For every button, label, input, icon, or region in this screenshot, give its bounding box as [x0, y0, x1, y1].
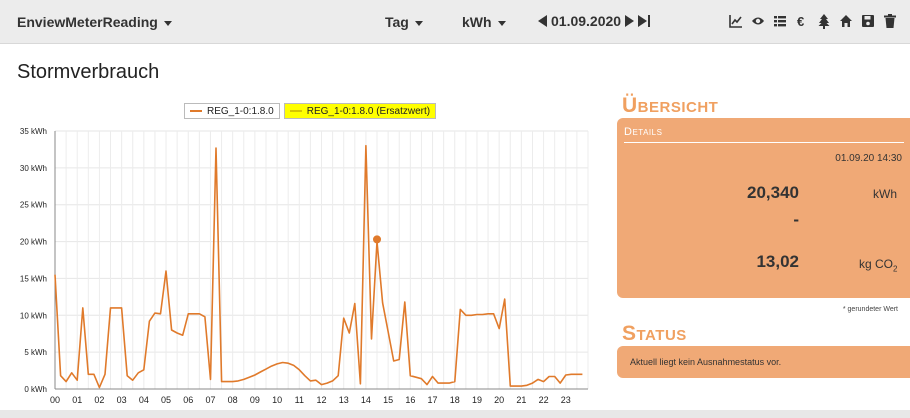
details-label: Details	[624, 126, 663, 138]
y-tick-label: 25 kWh	[20, 201, 47, 210]
unit-label: kWh	[462, 14, 492, 30]
highlight-point	[373, 235, 382, 244]
app-menu[interactable]: EnviewMeterReading	[17, 14, 172, 30]
x-tick-label: 05	[161, 395, 171, 405]
eye-icon[interactable]	[751, 13, 765, 29]
status-heading: Status	[622, 322, 687, 345]
x-tick-label: 09	[250, 395, 260, 405]
series-line-1	[54, 144, 583, 389]
unit-dropdown[interactable]: kWh	[462, 14, 506, 30]
co2-value: 13,02	[756, 252, 799, 271]
co2-unit: kg CO2	[859, 257, 898, 274]
period-dropdown[interactable]: Tag	[385, 14, 423, 30]
bottom-scrollbar[interactable]	[0, 410, 910, 418]
legend-label: REG_1-0:1.8.0	[207, 105, 274, 117]
x-tick-label: 20	[494, 395, 504, 405]
y-tick-label: 35 kWh	[20, 127, 47, 136]
x-tick-label: 02	[94, 395, 104, 405]
chevron-down-icon	[414, 20, 423, 26]
legend-label: REG_1-0:1.8.0 (Ersatzwert)	[306, 105, 431, 117]
save-icon[interactable]	[861, 13, 875, 29]
x-tick-label: 18	[450, 395, 460, 405]
legend-swatch	[190, 110, 202, 112]
x-tick-label: 01	[72, 395, 82, 405]
last-day-icon[interactable]	[638, 15, 651, 27]
x-tick-label: 04	[139, 395, 149, 405]
period-label: Tag	[385, 14, 409, 30]
x-tick-label: 08	[228, 395, 238, 405]
date-navigator: 01.09.2020	[538, 13, 651, 29]
chart-line-icon[interactable]	[729, 13, 743, 29]
previous-day-icon[interactable]	[538, 15, 547, 27]
overview-value: 20,340	[747, 183, 799, 202]
x-tick-label: 22	[539, 395, 549, 405]
y-tick-label: 10 kWh	[20, 311, 47, 320]
overview-value-unit: kWh	[873, 187, 897, 201]
legend-swatch	[289, 110, 302, 112]
rounded-footnote: * gerundeter Wert	[842, 306, 898, 313]
y-tick-label: 30 kWh	[20, 164, 47, 173]
x-tick-label: 07	[205, 395, 215, 405]
overview-dash: -	[793, 210, 799, 229]
chevron-down-icon	[497, 20, 506, 26]
x-tick-label: 11	[295, 395, 304, 405]
x-tick-label: 12	[316, 395, 326, 405]
euro-icon[interactable]: €	[795, 13, 809, 29]
tree-icon[interactable]	[817, 13, 831, 29]
overview-heading: Übersicht	[622, 94, 719, 117]
details-divider	[624, 142, 904, 143]
x-tick-label: 14	[361, 395, 371, 405]
toolbar-icons: €	[729, 13, 897, 29]
legend-item-series-1[interactable]: REG_1-0:1.8.0	[184, 103, 280, 119]
x-tick-label: 17	[428, 395, 438, 405]
chart-legend: REG_1-0:1.8.0 REG_1-0:1.8.0 (Ersatzwert)	[184, 103, 437, 119]
x-tick-label: 03	[117, 395, 127, 405]
current-date[interactable]: 01.09.2020	[551, 13, 621, 29]
x-tick-label: 19	[472, 395, 482, 405]
x-tick-label: 00	[50, 395, 60, 405]
y-tick-label: 15 kWh	[20, 274, 47, 283]
status-panel: Aktuell liegt kein Ausnahmestatus vor.	[617, 346, 910, 378]
x-tick-label: 10	[272, 395, 282, 405]
trash-icon[interactable]	[883, 13, 897, 29]
svg-text:€: €	[797, 14, 804, 29]
legend-item-series-2[interactable]: REG_1-0:1.8.0 (Ersatzwert)	[283, 103, 437, 119]
overview-timestamp: 01.09.20 14:30	[835, 153, 902, 164]
next-day-icon[interactable]	[625, 15, 635, 27]
x-tick-label: 13	[339, 395, 349, 405]
x-tick-label: 21	[516, 395, 526, 405]
y-tick-label: 20 kWh	[20, 238, 47, 247]
overview-panel: Details 01.09.20 14:30 20,340 kWh - 13,0…	[617, 118, 910, 298]
x-tick-label: 16	[405, 395, 415, 405]
x-tick-label: 06	[183, 395, 193, 405]
x-tick-label: 23	[561, 395, 571, 405]
consumption-chart: 0 kWh 5 kWh 10 kWh 15 kWh 20 kWh 25 kWh 30 kWh…	[20, 127, 589, 405]
home-icon[interactable]	[839, 13, 853, 29]
x-tick-label: 15	[383, 395, 393, 405]
y-tick-label: 5 kWh	[24, 348, 47, 357]
chevron-down-icon	[163, 20, 172, 26]
page-title: Stormverbrauch	[17, 61, 160, 83]
top-bar: EnviewMeterReading Tag kWh 01.09.2020 €	[0, 0, 910, 44]
status-text: Aktuell liegt kein Ausnahmestatus vor.	[630, 357, 782, 367]
list-icon[interactable]	[773, 13, 787, 29]
app-name: EnviewMeterReading	[17, 14, 158, 30]
y-tick-label: 0 kWh	[24, 385, 47, 394]
